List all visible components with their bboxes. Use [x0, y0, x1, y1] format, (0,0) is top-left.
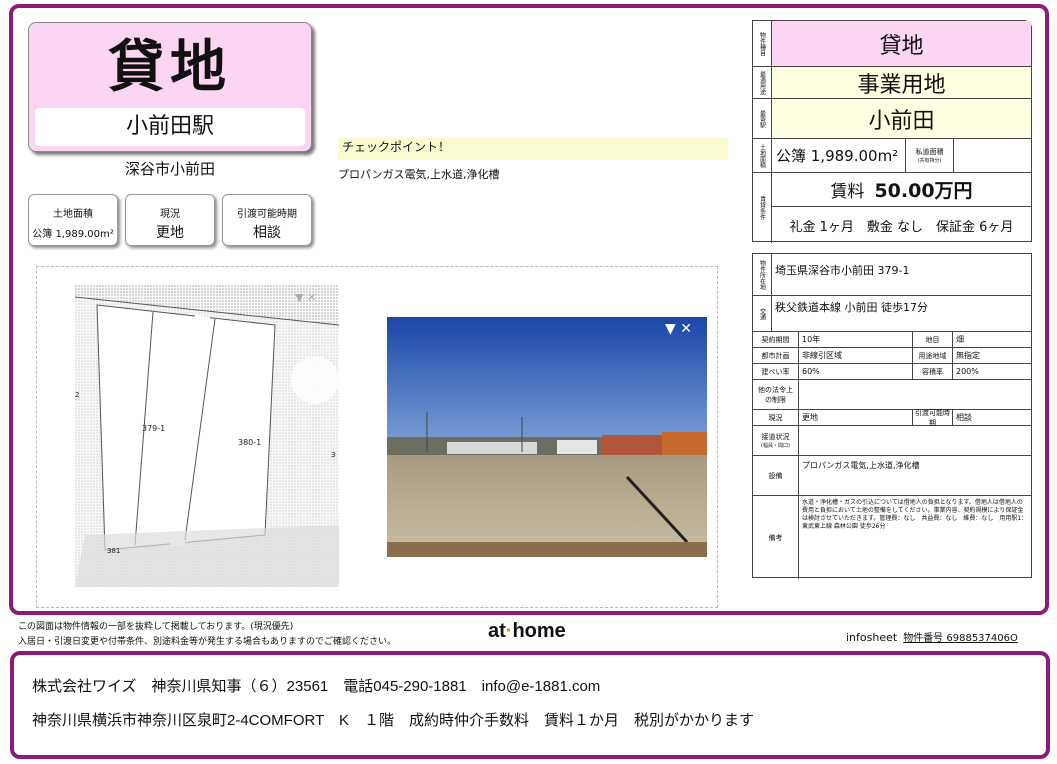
- lot-label-2: 2: [75, 391, 79, 399]
- info-box-handover: 引渡可能時期 相談: [222, 194, 312, 246]
- property-type-title: 貸地: [108, 34, 232, 100]
- detail-law-label: 他の法令上の制限: [753, 380, 799, 409]
- lot-label-379-1: 379-1: [142, 424, 165, 433]
- lot-label-380-1: 380-1: [238, 438, 261, 447]
- address-subtitle: 深谷市小前田: [124, 160, 215, 178]
- detail-address: 埼玉県深谷市小前田 379-1: [775, 264, 910, 277]
- detail-term: 10年: [799, 332, 913, 347]
- summary-station: 小前田: [772, 99, 1031, 138]
- property-number: 物件番号 6988537406O: [903, 633, 1018, 644]
- detail-panel: 物件所在地 埼玉県深谷市小前田 379-1 交通 秩父鉄道本線 小前田 徒歩17…: [752, 253, 1032, 579]
- detail-hikiwatashi: 相談: [956, 413, 972, 422]
- company-contact-line: 株式会社ワイズ 神奈川県知事（６）23561 電話045-290-1881 in…: [32, 678, 601, 695]
- detail-city-plan: 非線引区域: [799, 348, 913, 363]
- station-name-label: 小前田駅: [35, 108, 305, 146]
- cadastral-map-image: 379-1 380-1 381 2 3 ▼ ✕: [75, 285, 339, 587]
- company-footer: 株式会社ワイズ 神奈川県知事（６）23561 電話045-290-1881 in…: [10, 651, 1050, 759]
- lot-label-381: 381: [107, 547, 120, 555]
- infosheet-label: infosheet 物件番号 6988537406O: [846, 631, 1018, 644]
- checkpoint-text: プロパンガス電気,上水道,浄化槽: [338, 168, 500, 181]
- summary-area: 公簿 1,989.00m²: [772, 139, 906, 172]
- summary-panel: 物件種目 貸地 最適用途 事業用地 最寄駅 小前田 土地面積 公簿 1,989.…: [752, 20, 1032, 243]
- company-address-line: 神奈川県横浜市神奈川区泉町2-4COMFORT K １階 成約時仲介手数料 賃料…: [32, 712, 754, 729]
- detail-kenpei: 60%: [799, 364, 913, 379]
- disclaimer-line-2: 入居日・引渡日変更や付帯条件、別途料金等が発生する場合もありますのでご確認くださ…: [18, 637, 397, 647]
- photo-menu-icon[interactable]: ▼ ✕: [665, 321, 692, 337]
- info-box-land-area: 土地面積 公簿 1,989.00m²: [28, 194, 118, 246]
- detail-setsubi: プロパンガス電気,上水道,浄化槽: [802, 461, 920, 470]
- athome-logo: at·home: [488, 620, 566, 642]
- detail-genkyo: 更地: [799, 410, 913, 425]
- summary-use: 事業用地: [772, 67, 1031, 98]
- site-photo-image: ▼ ✕: [387, 317, 707, 557]
- disclaimer-line-1: この図面は物件情報の一部を抜粋して掲載しております。(現況優先): [18, 622, 294, 632]
- summary-type: 貸地: [772, 21, 1031, 66]
- lot-label-3: 3: [331, 451, 335, 459]
- detail-biko: 水道・浄化槽・ガスの引込については借地人の負担となります。借地人は借地人の費用と…: [802, 499, 1028, 530]
- detail-yoseki: 200%: [956, 367, 979, 376]
- summary-deposit: 礼金 1ヶ月 敷金 なし 保証金 6ヶ月: [789, 219, 1014, 235]
- detail-transport: 秩父鉄道本線 小前田 徒歩17分: [775, 301, 928, 314]
- detail-youto: 無指定: [956, 351, 980, 360]
- summary-rent: 賃料 50.00万円: [772, 173, 1031, 207]
- checkpoint-heading: チェックポイント！: [338, 138, 728, 160]
- detail-chimoku: 畑: [956, 335, 964, 344]
- property-type-card: 貸地 小前田駅: [28, 22, 312, 152]
- detail-setsudo-label: 接道状況 (幅員・間口): [753, 426, 799, 455]
- image-area: 379-1 380-1 381 2 3 ▼ ✕ ▼ ✕: [36, 266, 718, 608]
- info-box-status: 現況 更地: [125, 194, 215, 246]
- map-menu-icon[interactable]: ▼ ✕: [295, 291, 316, 304]
